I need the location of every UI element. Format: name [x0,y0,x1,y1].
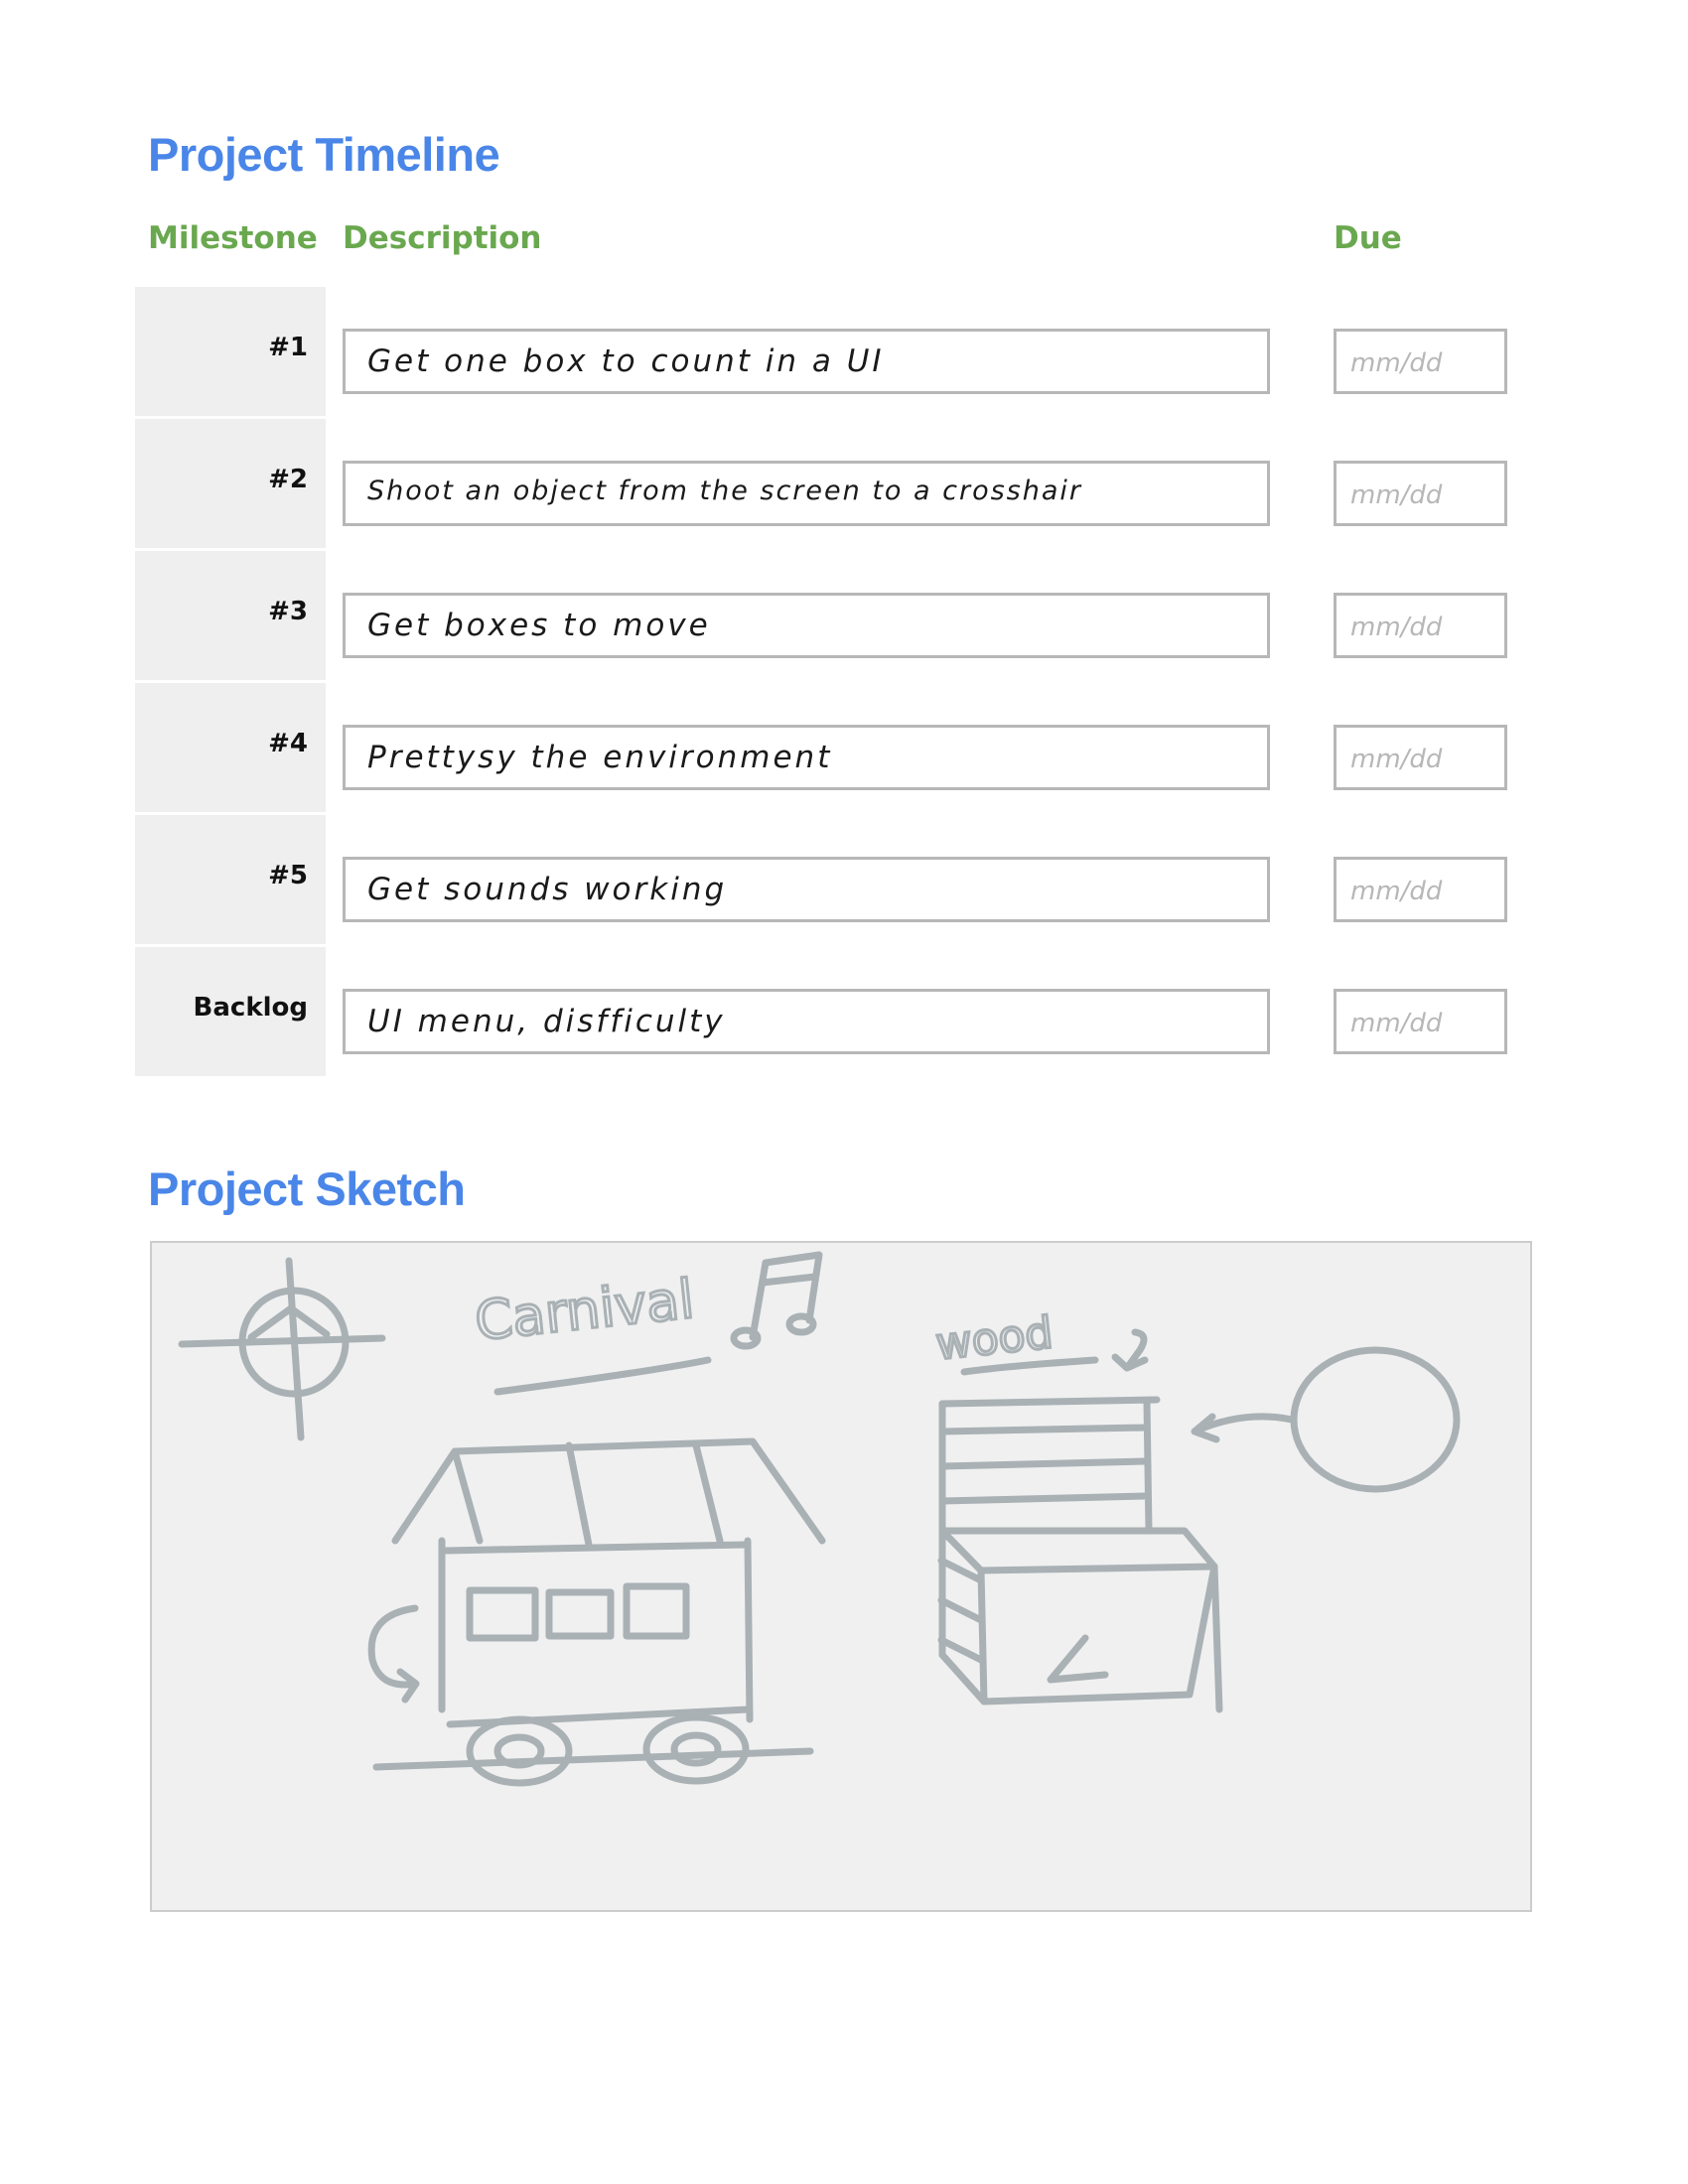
due-date-placeholder: mm/dd [1350,745,1443,774]
milestone-column-header: Milestone [148,220,318,256]
description-text: Get boxes to move [367,608,711,643]
milestone-label: #3 [268,597,308,626]
milestone-row: #1 Get one box to count in a UI mm/dd [0,287,1688,416]
description-field[interactable]: Get one box to count in a UI [343,329,1270,394]
description-field[interactable]: Get boxes to move [343,593,1270,658]
milestone-label: #2 [268,465,308,494]
milestone-cell: #1 [135,287,326,416]
due-date-placeholder: mm/dd [1350,613,1443,642]
crosshair-drawing [178,1257,386,1441]
timeline-title: Project Timeline [148,128,500,181]
description-text: Shoot an object from the screen to a cro… [367,476,1082,506]
milestone-label: #1 [268,333,308,362]
milestone-row: #3 Get boxes to move mm/dd [0,551,1688,680]
milestone-cell: #3 [135,551,326,680]
due-date-field[interactable]: mm/dd [1334,725,1507,790]
music-note-drawing [730,1251,823,1350]
due-column-header: Due [1334,220,1402,256]
due-date-field[interactable]: mm/dd [1334,329,1507,394]
description-text: Get one box to count in a UI [367,343,885,379]
milestone-row: #5 Get sounds working mm/dd [0,815,1688,944]
milestone-row: #2 Shoot an object from the screen to a … [0,419,1688,548]
due-date-placeholder: mm/dd [1350,348,1443,378]
wagon-drawing [367,1437,826,1787]
wood-arrow-drawing [1111,1328,1149,1372]
due-date-placeholder: mm/dd [1350,877,1443,906]
sketch-canvas: Carnival wood [150,1241,1532,1912]
description-field[interactable]: Get sounds working [343,857,1270,922]
crate-drawing [937,1396,1223,1713]
description-text: Get sounds working [367,872,728,907]
milestone-label: Backlog [193,993,308,1023]
milestone-label: #5 [268,861,308,890]
milestone-cell: Backlog [135,947,326,1076]
due-date-field[interactable]: mm/dd [1334,857,1507,922]
milestone-row: Backlog UI menu, disfficulty mm/dd [0,947,1688,1076]
due-date-placeholder: mm/dd [1350,480,1443,510]
description-field[interactable]: UI menu, disfficulty [343,989,1270,1054]
description-text: Prettysy the environment [367,740,833,775]
wood-label: wood [933,1307,1055,1370]
description-field[interactable]: Shoot an object from the screen to a cro… [343,461,1270,526]
ball-drawing [1191,1346,1461,1493]
due-date-placeholder: mm/dd [1350,1009,1443,1038]
milestone-label: #4 [268,729,308,758]
milestone-cell: #4 [135,683,326,812]
due-date-field[interactable]: mm/dd [1334,989,1507,1054]
carnival-label: Carnival [472,1268,697,1353]
sketch-title: Project Sketch [148,1162,466,1215]
description-column-header: Description [343,220,542,256]
description-text: UI menu, disfficulty [367,1004,726,1039]
due-date-field[interactable]: mm/dd [1334,593,1507,658]
milestone-cell: #2 [135,419,326,548]
carnival-underline [493,1356,712,1396]
milestone-cell: #5 [135,815,326,944]
sketch-drawing: Carnival wood [178,1251,1461,1787]
milestone-row: #4 Prettysy the environment mm/dd [0,683,1688,812]
description-field[interactable]: Prettysy the environment [343,725,1270,790]
due-date-field[interactable]: mm/dd [1334,461,1507,526]
